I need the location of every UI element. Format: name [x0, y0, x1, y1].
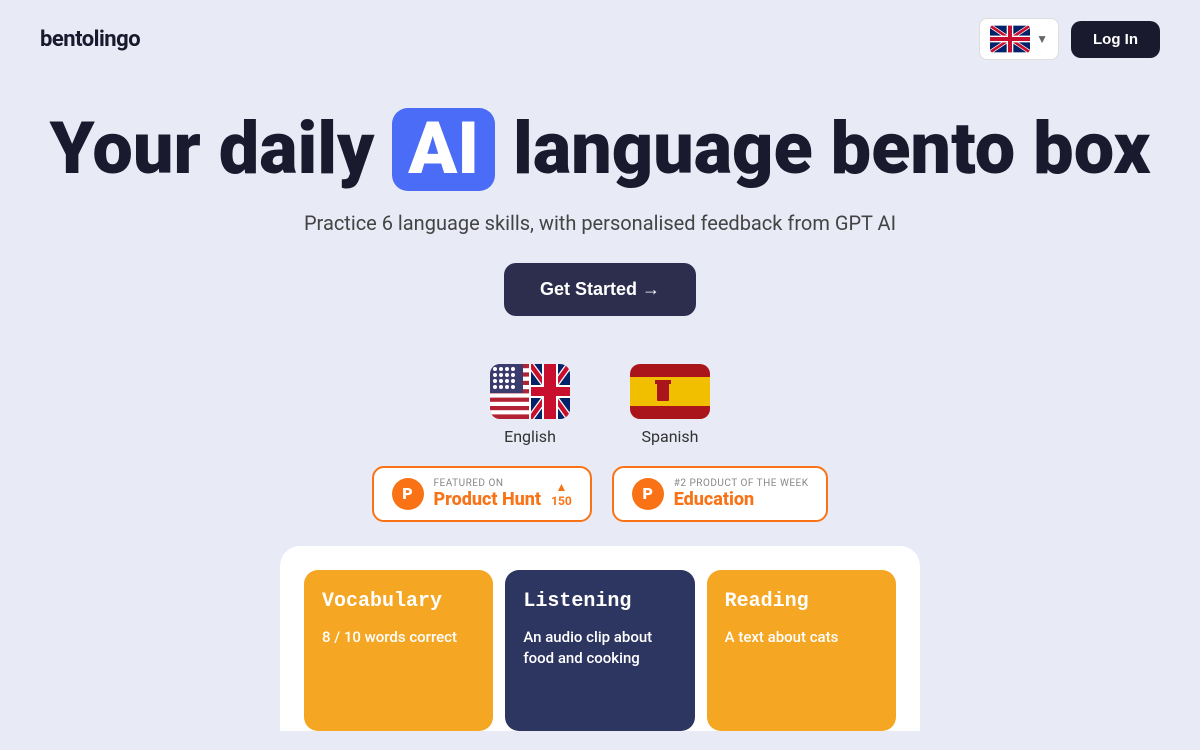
navbar: bentolingo ▼ Log In: [0, 0, 1200, 78]
reading-content: A text about cats: [725, 627, 878, 648]
language-english: English: [490, 364, 570, 446]
spanish-label: Spanish: [642, 427, 699, 446]
ph-name-2: Education: [674, 489, 809, 510]
product-hunt-text-2: #2 PRODUCT OF THE WEEK Education: [674, 478, 809, 510]
hero-title-after: language bento box: [495, 106, 1150, 191]
product-hunt-badge-1[interactable]: P FEATURED ON Product Hunt ▲ 150: [372, 466, 592, 522]
english-label: English: [504, 427, 556, 446]
product-hunt-text: FEATURED ON Product Hunt: [434, 478, 542, 510]
listening-title: Listening: [523, 590, 676, 613]
chevron-down-icon: ▼: [1036, 32, 1048, 46]
bento-card-listening[interactable]: Listening An audio clip about food and c…: [505, 570, 694, 731]
ph-count: ▲ 150: [551, 480, 572, 508]
product-hunt-badge-2[interactable]: P #2 PRODUCT OF THE WEEK Education: [612, 466, 829, 522]
ph-name-1: Product Hunt: [434, 489, 542, 510]
product-hunt-icon: P: [392, 478, 424, 510]
nav-right: ▼ Log In: [979, 18, 1160, 60]
hero-title: Your daily AI language bento box: [20, 108, 1180, 191]
ph-label-1: FEATURED ON: [434, 478, 542, 489]
languages-section: English Spanish: [0, 364, 1200, 446]
vocabulary-title: Vocabulary: [322, 590, 475, 613]
language-spanish: Spanish: [630, 364, 710, 446]
login-button[interactable]: Log In: [1071, 21, 1160, 58]
hero-title-before: Your daily: [49, 106, 392, 191]
ph-arrow: ▲: [555, 480, 567, 494]
vocabulary-content: 8 / 10 words correct: [322, 627, 475, 648]
badges-section: P FEATURED ON Product Hunt ▲ 150 P #2 PR…: [0, 466, 1200, 522]
reading-title: Reading: [725, 590, 878, 613]
bento-card-vocabulary[interactable]: Vocabulary 8 / 10 words correct: [304, 570, 493, 731]
product-hunt-icon-2: P: [632, 478, 664, 510]
uk-flag-icon: [990, 25, 1030, 53]
english-flag-icon: [490, 364, 570, 419]
bento-card-reading[interactable]: Reading A text about cats: [707, 570, 896, 731]
language-selector[interactable]: ▼: [979, 18, 1059, 60]
ai-badge: AI: [392, 108, 495, 191]
ph-label-2: #2 PRODUCT OF THE WEEK: [674, 478, 809, 489]
hero-subtitle: Practice 6 language skills, with persona…: [20, 211, 1180, 235]
bento-box: Vocabulary 8 / 10 words correct Listenin…: [280, 546, 920, 731]
get-started-button[interactable]: Get Started →: [504, 263, 696, 316]
hero-section: Your daily AI language bento box Practic…: [0, 78, 1200, 336]
ph-number: 150: [551, 494, 572, 508]
logo: bentolingo: [40, 27, 140, 52]
bento-container: Vocabulary 8 / 10 words correct Listenin…: [0, 546, 1200, 731]
spanish-flag-icon: [630, 364, 710, 419]
listening-content: An audio clip about food and cooking: [523, 627, 676, 669]
